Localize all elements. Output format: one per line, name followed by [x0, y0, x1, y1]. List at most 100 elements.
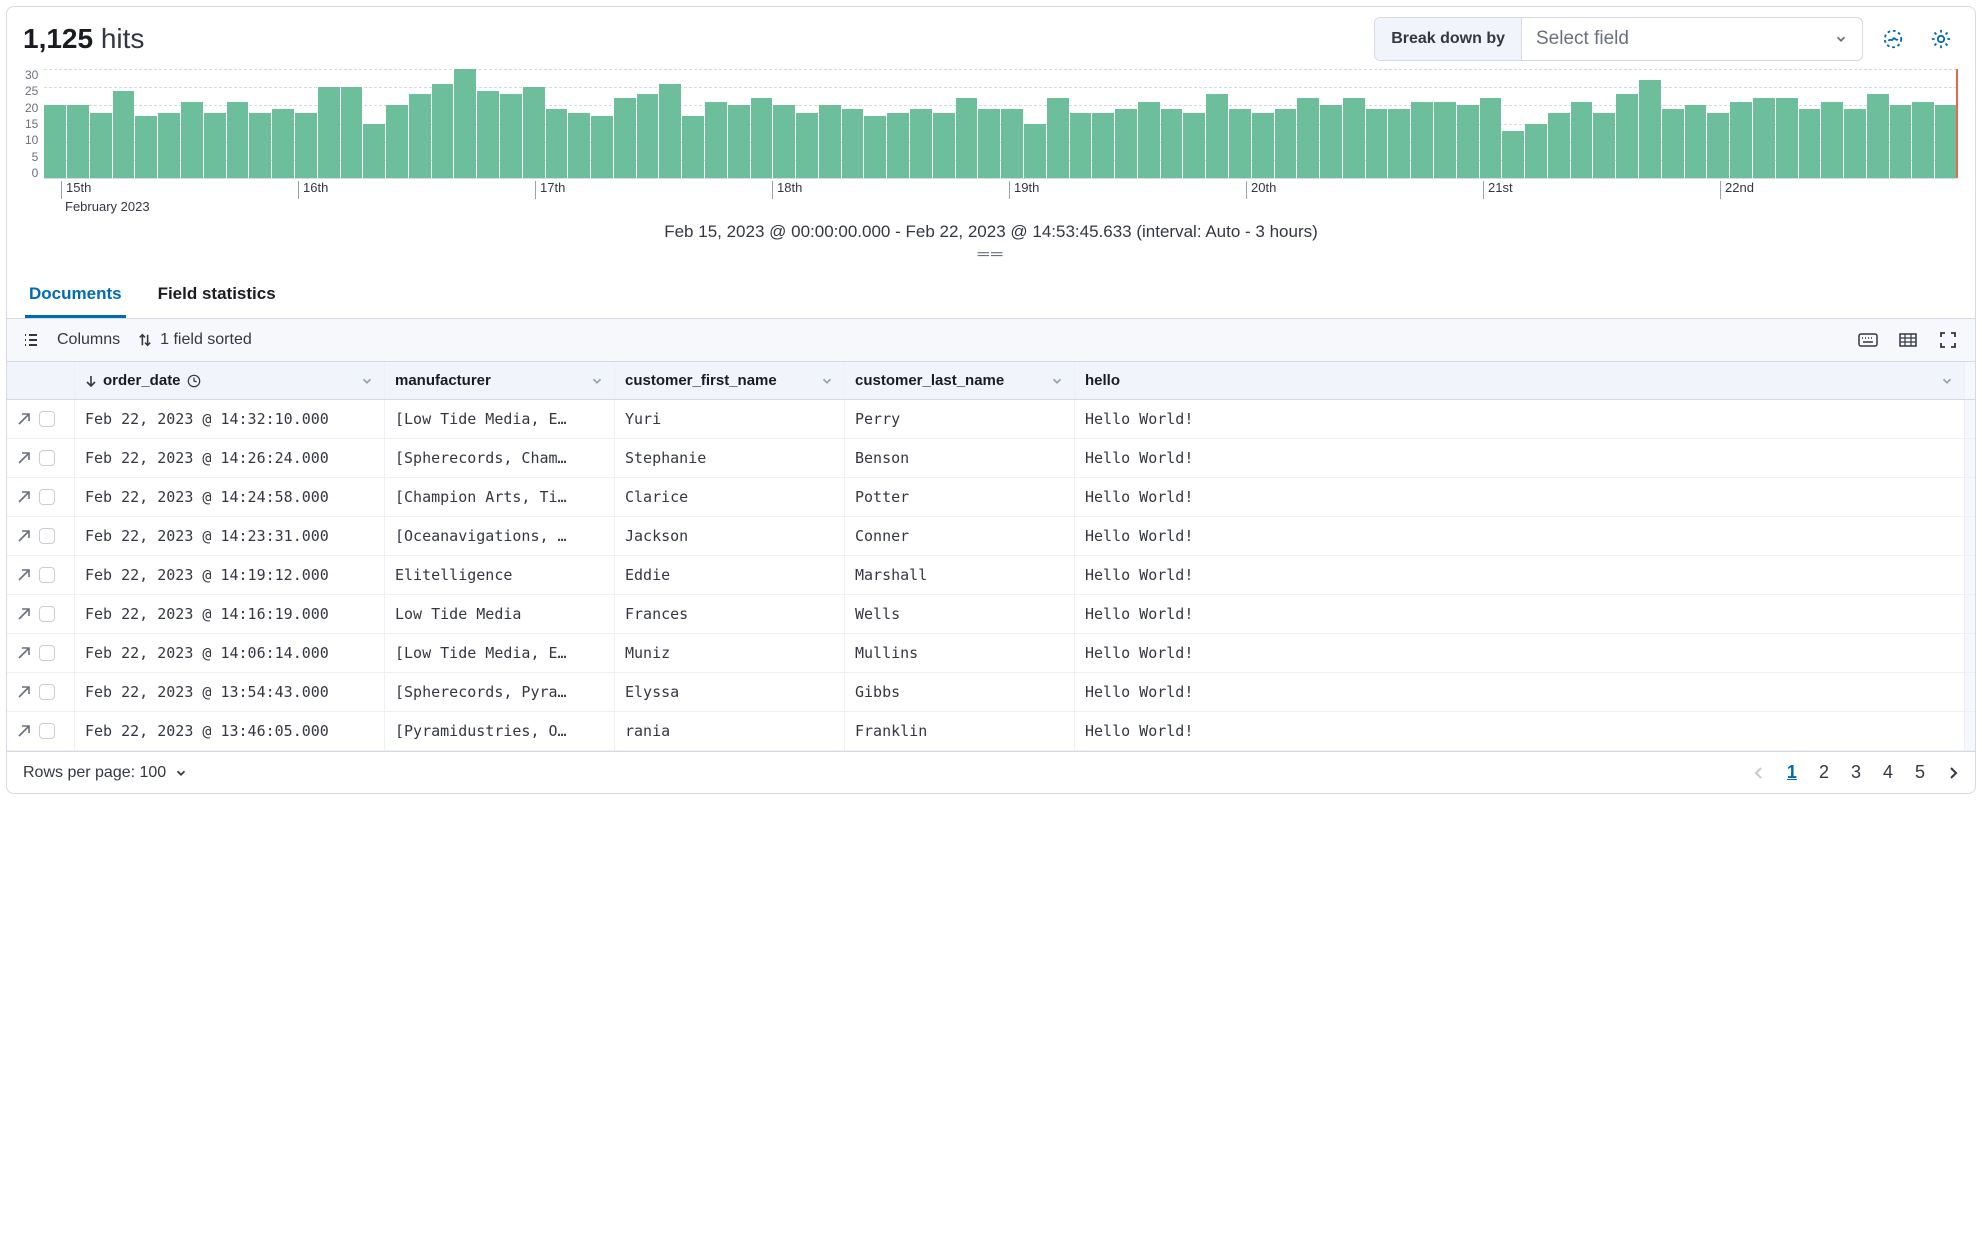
tab-field-statistics[interactable]: Field statistics	[154, 274, 280, 318]
histogram-bar[interactable]	[1366, 109, 1388, 178]
histogram-bar[interactable]	[295, 113, 317, 178]
histogram-bar[interactable]	[956, 98, 978, 178]
histogram-bar[interactable]	[1343, 98, 1365, 178]
histogram-bar[interactable]	[90, 113, 112, 178]
histogram-bar[interactable]	[1548, 113, 1570, 178]
histogram-bar[interactable]	[67, 105, 89, 178]
page-prev-button[interactable]	[1753, 766, 1765, 780]
histogram-bar[interactable]	[1457, 105, 1479, 178]
histogram-bar[interactable]	[1753, 98, 1775, 178]
keyboard-shortcuts-button[interactable]	[1857, 329, 1879, 351]
expand-row-button[interactable]	[17, 490, 31, 504]
histogram-bar[interactable]	[1320, 105, 1342, 178]
histogram-bar[interactable]	[1092, 113, 1114, 178]
breakdown-select[interactable]: Select field	[1522, 18, 1862, 60]
histogram-bar[interactable]	[1275, 109, 1297, 178]
histogram-bar[interactable]	[796, 113, 818, 178]
histogram-bar[interactable]	[1935, 105, 1957, 178]
page-5-button[interactable]: 5	[1915, 762, 1925, 783]
histogram-bar[interactable]	[682, 116, 704, 178]
histogram-bar[interactable]	[933, 113, 955, 178]
toggle-chart-button[interactable]	[1875, 21, 1911, 57]
col-header-manufacturer[interactable]: manufacturer	[385, 362, 615, 399]
histogram-bar[interactable]	[500, 94, 522, 178]
histogram-bar[interactable]	[864, 116, 886, 178]
sort-button[interactable]: 1 field sorted	[138, 331, 252, 349]
histogram-bar[interactable]	[637, 94, 659, 178]
rows-per-page-button[interactable]: Rows per page: 100	[23, 764, 188, 782]
histogram-bar[interactable]	[249, 113, 271, 178]
page-4-button[interactable]: 4	[1883, 762, 1893, 783]
row-select-checkbox[interactable]	[39, 450, 55, 466]
histogram-chart[interactable]: 302520151050 15th16th17th18th19th20th21s…	[7, 69, 1975, 214]
tab-documents[interactable]: Documents	[25, 274, 126, 318]
expand-row-button[interactable]	[17, 451, 31, 465]
histogram-bar[interactable]	[910, 109, 932, 178]
histogram-bar[interactable]	[773, 105, 795, 178]
page-2-button[interactable]: 2	[1819, 762, 1829, 783]
row-select-checkbox[interactable]	[39, 567, 55, 583]
histogram-bar[interactable]	[842, 109, 864, 178]
chart-plot-area[interactable]	[44, 69, 1957, 179]
row-select-checkbox[interactable]	[39, 606, 55, 622]
histogram-bar[interactable]	[1685, 105, 1707, 178]
histogram-bar[interactable]	[1138, 102, 1160, 178]
histogram-bar[interactable]	[1183, 113, 1205, 178]
histogram-bar[interactable]	[1776, 98, 1798, 178]
histogram-bar[interactable]	[1001, 109, 1023, 178]
histogram-bar[interactable]	[1912, 102, 1934, 178]
histogram-bar[interactable]	[1707, 113, 1729, 178]
row-select-checkbox[interactable]	[39, 489, 55, 505]
histogram-bar[interactable]	[523, 87, 545, 178]
histogram-bar[interactable]	[1502, 131, 1524, 178]
histogram-bar[interactable]	[1525, 124, 1547, 179]
histogram-bar[interactable]	[751, 98, 773, 178]
histogram-bar[interactable]	[568, 113, 590, 178]
histogram-bar[interactable]	[363, 124, 385, 179]
histogram-bar[interactable]	[1639, 80, 1661, 178]
histogram-bar[interactable]	[1593, 113, 1615, 178]
row-select-checkbox[interactable]	[39, 528, 55, 544]
histogram-bar[interactable]	[272, 109, 294, 178]
resize-handle[interactable]: ══	[7, 246, 1975, 270]
histogram-bar[interactable]	[728, 105, 750, 178]
histogram-bar[interactable]	[1411, 102, 1433, 178]
histogram-bar[interactable]	[1867, 94, 1889, 178]
page-1-button[interactable]: 1	[1787, 762, 1797, 783]
density-button[interactable]	[1897, 329, 1919, 351]
histogram-bar[interactable]	[1662, 109, 1684, 178]
histogram-bar[interactable]	[44, 105, 66, 178]
display-options-button[interactable]	[23, 332, 39, 348]
page-3-button[interactable]: 3	[1851, 762, 1861, 783]
histogram-bar[interactable]	[1388, 109, 1410, 178]
histogram-bar[interactable]	[1616, 94, 1638, 178]
histogram-bar[interactable]	[113, 91, 135, 178]
histogram-bar[interactable]	[341, 87, 363, 178]
histogram-bar[interactable]	[1024, 124, 1046, 179]
histogram-bar[interactable]	[1297, 98, 1319, 178]
expand-row-button[interactable]	[17, 568, 31, 582]
chart-options-button[interactable]	[1923, 21, 1959, 57]
columns-button[interactable]: Columns	[57, 331, 120, 349]
histogram-bar[interactable]	[705, 102, 727, 178]
row-select-checkbox[interactable]	[39, 645, 55, 661]
histogram-bar[interactable]	[1206, 94, 1228, 178]
col-header-first-name[interactable]: customer_first_name	[615, 362, 845, 399]
histogram-bar[interactable]	[1434, 102, 1456, 178]
histogram-bar[interactable]	[1115, 109, 1137, 178]
histogram-bar[interactable]	[158, 113, 180, 178]
histogram-bar[interactable]	[819, 105, 841, 178]
histogram-bar[interactable]	[1070, 113, 1092, 178]
histogram-bar[interactable]	[546, 109, 568, 178]
histogram-bar[interactable]	[432, 84, 454, 178]
histogram-bar[interactable]	[1890, 105, 1912, 178]
histogram-bar[interactable]	[978, 109, 1000, 178]
col-header-last-name[interactable]: customer_last_name	[845, 362, 1075, 399]
col-header-order-date[interactable]: order_date	[75, 362, 385, 399]
histogram-bar[interactable]	[1480, 98, 1502, 178]
histogram-bar[interactable]	[386, 105, 408, 178]
expand-row-button[interactable]	[17, 529, 31, 543]
row-select-checkbox[interactable]	[39, 723, 55, 739]
histogram-bar[interactable]	[227, 102, 249, 178]
histogram-bar[interactable]	[1571, 102, 1593, 178]
